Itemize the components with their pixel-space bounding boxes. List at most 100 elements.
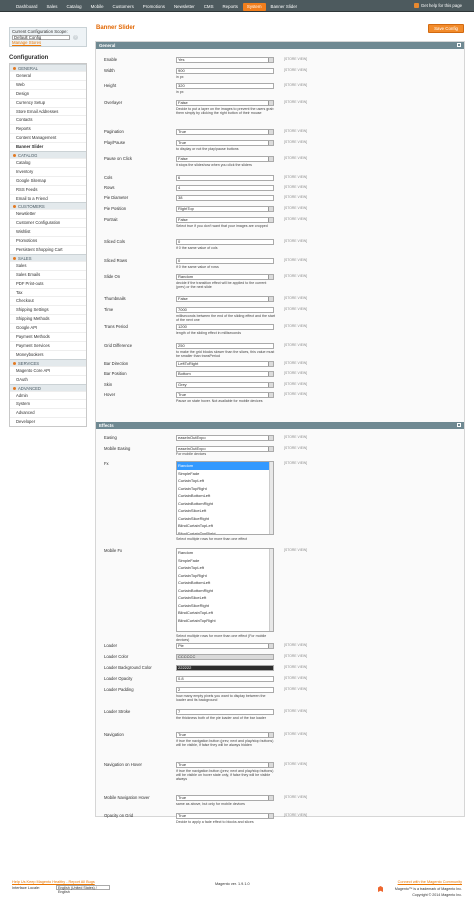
option-simplefade[interactable]: SimpleFade [177, 470, 273, 478]
sidebar-item-newsletter[interactable]: Newsletter [10, 209, 86, 218]
time-input[interactable]: 7000 [176, 307, 274, 313]
sidebar-item-shipping-methods[interactable]: Shipping Methods [10, 314, 86, 323]
option-curtainsliceleft[interactable]: CurtainSliceLeft [177, 507, 273, 515]
option-curtainsliceright[interactable]: CurtainSliceRight [177, 515, 273, 523]
mobile-fx-multiselect[interactable]: Random SimpleFade CurtainTopLeft CurtainTop… [176, 548, 274, 632]
sidebar-item-rss-feeds[interactable]: RSS Feeds [10, 184, 86, 194]
option-curtaintopright[interactable]: CurtainTopRight [177, 572, 273, 580]
enable-select[interactable]: Yes [176, 57, 274, 63]
option-curtaintopright[interactable]: CurtainTopRight [177, 485, 273, 493]
sidebar-item-wishlist[interactable]: Wishlist [10, 227, 86, 236]
overlayer-select[interactable]: False [176, 100, 274, 106]
mobile-navigation-hover-select[interactable]: True [176, 795, 274, 801]
sidebar-item-google-sitemap[interactable]: Google Sitemap [10, 175, 86, 185]
fx-multiselect[interactable]: Random SimpleFade CurtainTopLeft CurtainTop… [176, 461, 274, 535]
sidebar-item-content-management[interactable]: Content Management [10, 133, 86, 142]
nav-item-catalog[interactable]: Catalog [62, 3, 85, 11]
nav-item-banner-slider[interactable]: Banner Slider [267, 3, 302, 11]
nav-item-system[interactable]: System [242, 3, 266, 11]
skin-select[interactable]: Grey [176, 382, 274, 388]
loader-padding-input[interactable]: 2 [176, 687, 274, 693]
sidebar-section-customers[interactable]: CUSTOMERS [10, 202, 86, 210]
sidebar-section-catalog[interactable]: CATALOG [10, 151, 86, 159]
option-curtainsliceright[interactable]: CurtainSliceRight [177, 602, 273, 610]
sidebar-item-sales[interactable]: Sales [10, 260, 86, 270]
option-curtainbottomleft[interactable]: CurtainBottomLeft [177, 492, 273, 500]
option-simplefade[interactable]: SimpleFade [177, 557, 273, 565]
option-curtainsliceleft[interactable]: CurtainSliceLeft [177, 594, 273, 602]
hover-select[interactable]: True [176, 392, 274, 398]
sidebar-item-moneybookers[interactable]: Moneybookers [10, 349, 86, 359]
portrait-select[interactable]: False [176, 217, 274, 223]
effects-section-header[interactable]: Effects [96, 422, 464, 429]
sidebar-section-advanced[interactable]: ADVANCED [10, 383, 86, 391]
width-input[interactable]: 900 [176, 68, 274, 74]
loader-opacity-input[interactable]: 0.8 [176, 676, 274, 682]
navigation-on-hover-select[interactable]: True [176, 762, 274, 768]
pause-on-click-select[interactable]: False [176, 156, 274, 162]
pagination-select[interactable]: True [176, 129, 274, 135]
loader-background-color-input[interactable]: 222222 [176, 665, 274, 671]
pie-diameter-input[interactable]: 38 [176, 195, 274, 201]
sidebar-item-admin[interactable]: Admin [10, 390, 86, 400]
sidebar-item-developer[interactable]: Developer [10, 417, 86, 426]
option-blindcurtaintopright[interactable]: BlindCurtainTopRight [177, 617, 273, 625]
loader-color-input[interactable]: CCCCCC [176, 654, 274, 660]
play-pause-select[interactable]: True [176, 140, 274, 146]
sidebar-section-sales[interactable]: SALES [10, 253, 86, 261]
sliced-cols-input[interactable]: 0 [176, 239, 274, 245]
sidebar-item-general[interactable]: General [10, 71, 86, 80]
scrollbar[interactable] [269, 549, 273, 631]
height-input[interactable]: 320 [176, 83, 274, 89]
sidebar-item-sales-emails[interactable]: Sales Emails [10, 269, 86, 279]
cols-input[interactable]: 6 [176, 175, 274, 181]
option-blindcurtaintopleft[interactable]: BlindCurtainTopLeft [177, 609, 273, 617]
option-curtainbottomleft[interactable]: CurtainBottomLeft [177, 579, 273, 587]
easing-select[interactable]: easeInOutExpo [176, 435, 274, 441]
nav-item-promotions[interactable]: Promotions [139, 3, 169, 11]
sidebar-item-reports[interactable]: Reports [10, 124, 86, 133]
loader-select[interactable]: Pie [176, 643, 274, 649]
sidebar-item-email-to-a-friend[interactable]: Email to a Friend [10, 193, 86, 203]
option-curtainbottomright[interactable]: CurtainBottomRight [177, 587, 273, 595]
loader-stroke-input[interactable]: 7 [176, 709, 274, 715]
locale-select[interactable]: English (United States) / English [56, 885, 110, 894]
nav-item-cms[interactable]: CMS [200, 3, 218, 11]
sidebar-item-payment-services[interactable]: Payment Services [10, 340, 86, 350]
nav-item-mobile[interactable]: Mobile [87, 3, 108, 11]
sidebar-item-magento-core-api[interactable]: Magento Core API [10, 365, 86, 375]
pie-position-select[interactable]: RightTop [176, 206, 274, 212]
sidebar-item-pdf-print-outs[interactable]: PDF Print-outs [10, 278, 86, 288]
sidebar-item-payment-methods[interactable]: Payment Methods [10, 332, 86, 341]
thumbnails-select[interactable]: False [176, 296, 274, 302]
option-curtainbottomright[interactable]: CurtainBottomRight [177, 500, 273, 508]
sidebar-item-advanced[interactable]: Advanced [10, 408, 86, 417]
scrollbar[interactable] [269, 462, 273, 534]
general-section-header[interactable]: General [96, 42, 464, 49]
sidebar-item-inventory[interactable]: Inventory [10, 166, 86, 176]
sidebar-item-catalog[interactable]: Catalog [10, 158, 86, 167]
sidebar-item-promotions[interactable]: Promotions [10, 236, 86, 245]
sidebar-item-store-email-addresses[interactable]: Store Email Addresses [10, 106, 86, 116]
save-config-button[interactable]: Save Config [428, 24, 464, 33]
sidebar-section-general[interactable]: GENERAL [10, 64, 86, 71]
sidebar-item-contacts[interactable]: Contacts [10, 115, 86, 124]
sidebar-item-currency-setup[interactable]: Currency Setup [10, 97, 86, 107]
community-link[interactable]: Connect with the Magento Community [398, 880, 462, 884]
manage-stores-link[interactable]: Manage Stores [12, 40, 84, 45]
sidebar-section-services[interactable]: SERVICES [10, 358, 86, 366]
sidebar-item-checkout[interactable]: Checkout [10, 296, 86, 305]
sidebar-item-design[interactable]: Design [10, 88, 86, 98]
rows-input[interactable]: 4 [176, 185, 274, 191]
sidebar-item-web[interactable]: Web [10, 79, 86, 89]
option-random[interactable]: Random [177, 549, 273, 557]
nav-item-reports[interactable]: Reports [219, 3, 242, 11]
sidebar-item-customer-configuration[interactable]: Customer Configuration [10, 218, 86, 227]
sidebar-item-oauth[interactable]: OAuth [10, 374, 86, 384]
mobile-easing-select[interactable]: easeInOutExpo [176, 446, 274, 452]
help-link[interactable]: Get help for this page [413, 3, 462, 9]
option-curtaintopleft[interactable]: CurtainTopLeft [177, 477, 273, 485]
help-icon[interactable]: ? [73, 35, 78, 40]
slide-on-select[interactable]: Random [176, 274, 274, 280]
option-random[interactable]: Random [177, 462, 273, 470]
